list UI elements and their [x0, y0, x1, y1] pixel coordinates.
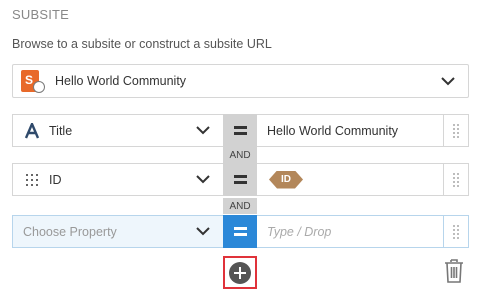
equals-icon [233, 175, 247, 184]
section-description: Browse to a subsite or construct a subsi… [12, 37, 272, 51]
chevron-down-icon[interactable] [438, 71, 458, 91]
grid-field-icon [21, 173, 43, 187]
plus-circle-icon [229, 261, 251, 284]
trash-icon[interactable] [444, 258, 464, 284]
equals-icon [233, 227, 247, 236]
chevron-down-icon[interactable] [193, 222, 213, 242]
drag-handle[interactable] [443, 215, 469, 248]
chevron-down-icon[interactable] [193, 121, 213, 141]
condition-row: ID ID [12, 163, 469, 196]
condition-row: Choose Property Type / Drop [12, 215, 469, 248]
equals-icon [233, 126, 247, 135]
id-token[interactable]: ID [269, 171, 303, 189]
condition-row: Title Hello World Community [12, 114, 469, 147]
value-text: Hello World Community [267, 123, 399, 138]
property-label: ID [49, 172, 62, 187]
and-connector: AND [223, 198, 257, 214]
operator-button[interactable] [223, 215, 257, 248]
section-title: SUBSITE [12, 7, 70, 22]
property-dropdown[interactable]: Choose Property [12, 215, 223, 248]
value-placeholder: Type / Drop [267, 224, 332, 239]
and-connector: AND [223, 147, 257, 163]
property-dropdown[interactable]: Title [12, 114, 223, 147]
value-field[interactable]: Type / Drop [257, 215, 443, 248]
subsite-dropdown-value: Hello World Community [55, 74, 187, 88]
subsite-dropdown[interactable]: Hello World Community [12, 64, 469, 98]
value-field[interactable]: ID [257, 163, 443, 196]
text-field-icon [21, 122, 43, 139]
operator-button[interactable] [223, 163, 257, 196]
sharepoint-site-icon [21, 70, 45, 93]
property-label: Title [49, 123, 73, 138]
chevron-down-icon[interactable] [193, 170, 213, 190]
drag-handle[interactable] [443, 163, 469, 196]
value-field[interactable]: Hello World Community [257, 114, 443, 147]
operator-button[interactable] [223, 114, 257, 147]
property-placeholder: Choose Property [23, 224, 117, 239]
property-dropdown[interactable]: ID [12, 163, 223, 196]
add-condition-button[interactable] [223, 256, 257, 289]
drag-handle[interactable] [443, 114, 469, 147]
